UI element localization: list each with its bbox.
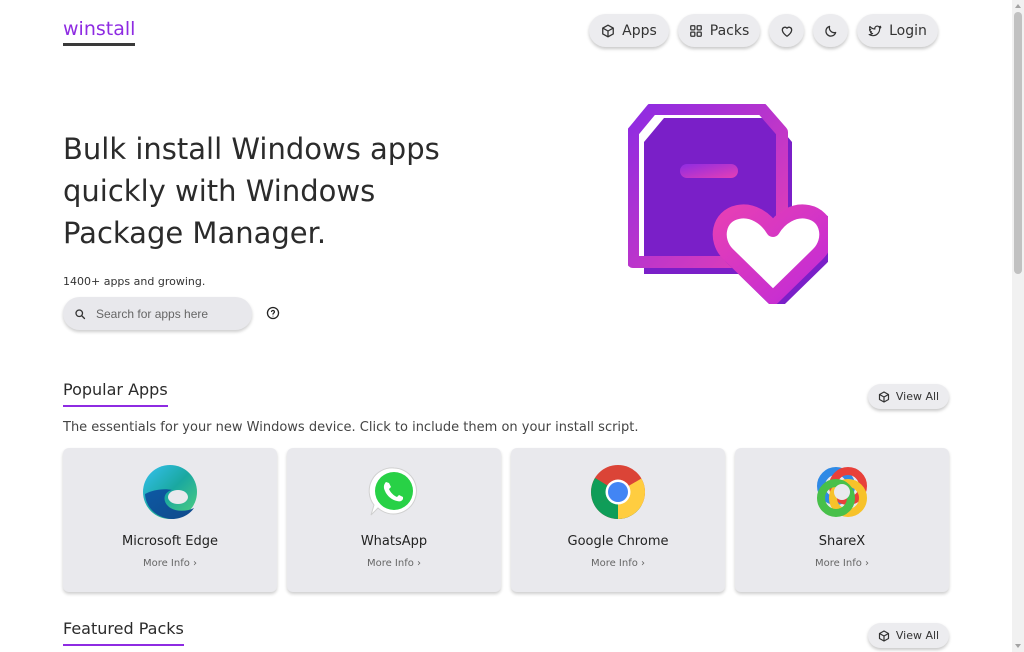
chevron-right-icon: › <box>641 558 646 569</box>
scroll-up-arrow-icon[interactable] <box>1012 0 1024 12</box>
featured-view-all-button[interactable]: View All <box>868 623 949 648</box>
grid-icon <box>689 24 703 38</box>
packs-button-label: Packs <box>709 22 750 39</box>
apps-button[interactable]: Apps <box>589 14 669 47</box>
login-button-label: Login <box>889 22 927 39</box>
search-icon <box>74 308 86 320</box>
scroll-down-arrow-icon[interactable] <box>1012 640 1024 652</box>
cube-icon <box>878 629 890 642</box>
featured-packs-title: Featured Packs <box>63 619 184 646</box>
popular-view-all-button[interactable]: View All <box>868 384 949 409</box>
more-info-link[interactable]: More Info › <box>735 558 949 569</box>
favorites-button[interactable] <box>769 14 804 47</box>
hero-title: Bulk install Windows apps quickly with W… <box>63 132 440 250</box>
chevron-right-icon: › <box>865 558 870 569</box>
google-chrome-icon <box>591 465 646 520</box>
search-box[interactable] <box>63 297 252 330</box>
app-name: ShareX <box>818 534 866 549</box>
microsoft-edge-icon <box>143 465 197 519</box>
top-nav: Apps Packs Login <box>589 14 938 47</box>
app-name: Google Chrome <box>567 534 669 549</box>
page: winstall Apps Packs Login Bulk install W… <box>0 0 1012 652</box>
box-heart-illustration-icon <box>628 104 828 304</box>
chevron-right-icon: › <box>417 558 422 569</box>
view-all-label: View All <box>895 629 940 642</box>
whatsapp-icon <box>368 467 417 516</box>
page-scrollbar[interactable] <box>1012 0 1024 652</box>
cube-icon <box>878 390 890 403</box>
more-info-link[interactable]: More Info › <box>511 558 725 569</box>
help-circle-icon[interactable] <box>266 306 280 320</box>
app-card-whatsapp[interactable]: WhatsApp More Info › <box>287 448 501 592</box>
cube-icon <box>601 24 615 38</box>
popular-apps-list: Microsoft Edge More Info › WhatsApp More… <box>63 448 949 592</box>
login-button[interactable]: Login <box>857 14 938 47</box>
app-name: Microsoft Edge <box>121 534 218 549</box>
logo[interactable]: winstall <box>63 18 136 46</box>
sharex-icon <box>817 467 867 517</box>
heart-icon <box>780 24 794 38</box>
app-card-microsoft-edge[interactable]: Microsoft Edge More Info › <box>63 448 277 592</box>
chevron-right-icon: › <box>193 558 198 569</box>
moon-icon <box>824 24 838 38</box>
more-info-link[interactable]: More Info › <box>63 558 277 569</box>
hero-subtitle: 1400+ apps and growing. <box>63 275 206 288</box>
twitter-bird-icon <box>868 24 882 38</box>
theme-toggle-button[interactable] <box>813 14 848 47</box>
scrollbar-thumb[interactable] <box>1014 12 1022 274</box>
search-input[interactable] <box>94 305 248 322</box>
app-card-google-chrome[interactable]: Google Chrome More Info › <box>511 448 725 592</box>
apps-button-label: Apps <box>622 22 657 39</box>
popular-apps-title: Popular Apps <box>63 380 168 407</box>
app-card-sharex[interactable]: ShareX More Info › <box>735 448 949 592</box>
app-name: WhatsApp <box>360 534 428 549</box>
view-all-label: View All <box>895 390 940 403</box>
popular-apps-description: The essentials for your new Windows devi… <box>63 420 639 435</box>
packs-button[interactable]: Packs <box>678 14 760 47</box>
more-info-link[interactable]: More Info › <box>287 558 501 569</box>
